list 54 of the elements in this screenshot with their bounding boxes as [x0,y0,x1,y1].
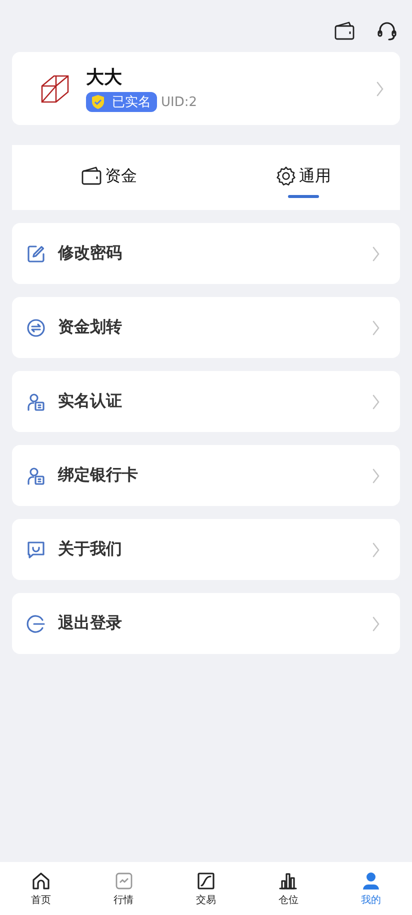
menu-item[interactable]: 退出登录 [12,593,400,654]
chevron-right-icon [372,320,380,336]
wallet-icon[interactable] [334,20,356,42]
tab[interactable]: 资金 [12,145,206,210]
logout-icon [26,614,46,634]
profile-card[interactable]: 大大 已实名 UID:2 [12,52,400,125]
menu-item[interactable]: 关于我们 [12,519,400,580]
menu-item[interactable]: 实名认证 [12,371,400,432]
menu-label: 修改密码 [58,243,123,264]
edit-icon [26,244,46,264]
menu-item[interactable]: 资金划转 [12,297,400,358]
shield-check-icon [90,94,106,110]
nav-tab[interactable]: 仓位 [247,862,330,915]
nav-tab[interactable]: 交易 [164,862,248,915]
headset-icon[interactable] [376,20,398,42]
line-chart-icon [114,870,134,890]
chevron-right-icon [372,394,380,410]
id-card-person-icon [26,466,46,486]
chevron-right-icon [372,468,380,484]
home-icon [31,870,52,890]
nav-label: 我的 [360,894,381,906]
nav-label: 首页 [31,894,52,906]
nav-label: 交易 [196,894,216,906]
chat-smile-icon [26,540,46,560]
verified-badge: 已实名 [86,92,157,112]
tab[interactable]: 通用 [206,145,400,210]
nav-tab[interactable]: 我的 [330,862,412,915]
bar-chart-icon [278,870,298,890]
tab-label: 资金 [105,166,137,186]
menu-label: 实名认证 [58,391,123,412]
chevron-right-icon [372,542,380,558]
user-icon [360,870,381,890]
transfer-icon [26,318,46,338]
menu-label: 退出登录 [58,613,123,634]
nav-tab[interactable]: 行情 [82,862,165,915]
chevron-right-icon [376,80,384,96]
nav-tab[interactable]: 首页 [0,862,82,915]
nav-label: 仓位 [278,894,298,906]
menu-label: 绑定银行卡 [58,465,139,486]
menu-label: 资金划转 [58,317,123,338]
id-card-person-icon [26,392,46,412]
tab-label: 通用 [299,166,331,186]
menu-item[interactable]: 绑定银行卡 [12,445,400,506]
user-id: UID:2 [161,94,198,110]
chevron-right-icon [372,616,380,632]
menu-item[interactable]: 修改密码 [12,223,400,284]
chevron-right-icon [372,246,380,262]
settings-icon [275,165,297,187]
avatar-icon [40,74,70,104]
nav-label: 行情 [114,894,134,906]
user-name: 大大 [86,66,123,89]
wallet-icon [81,165,103,187]
menu-label: 关于我们 [58,539,123,560]
trade-curve-icon [196,870,216,890]
